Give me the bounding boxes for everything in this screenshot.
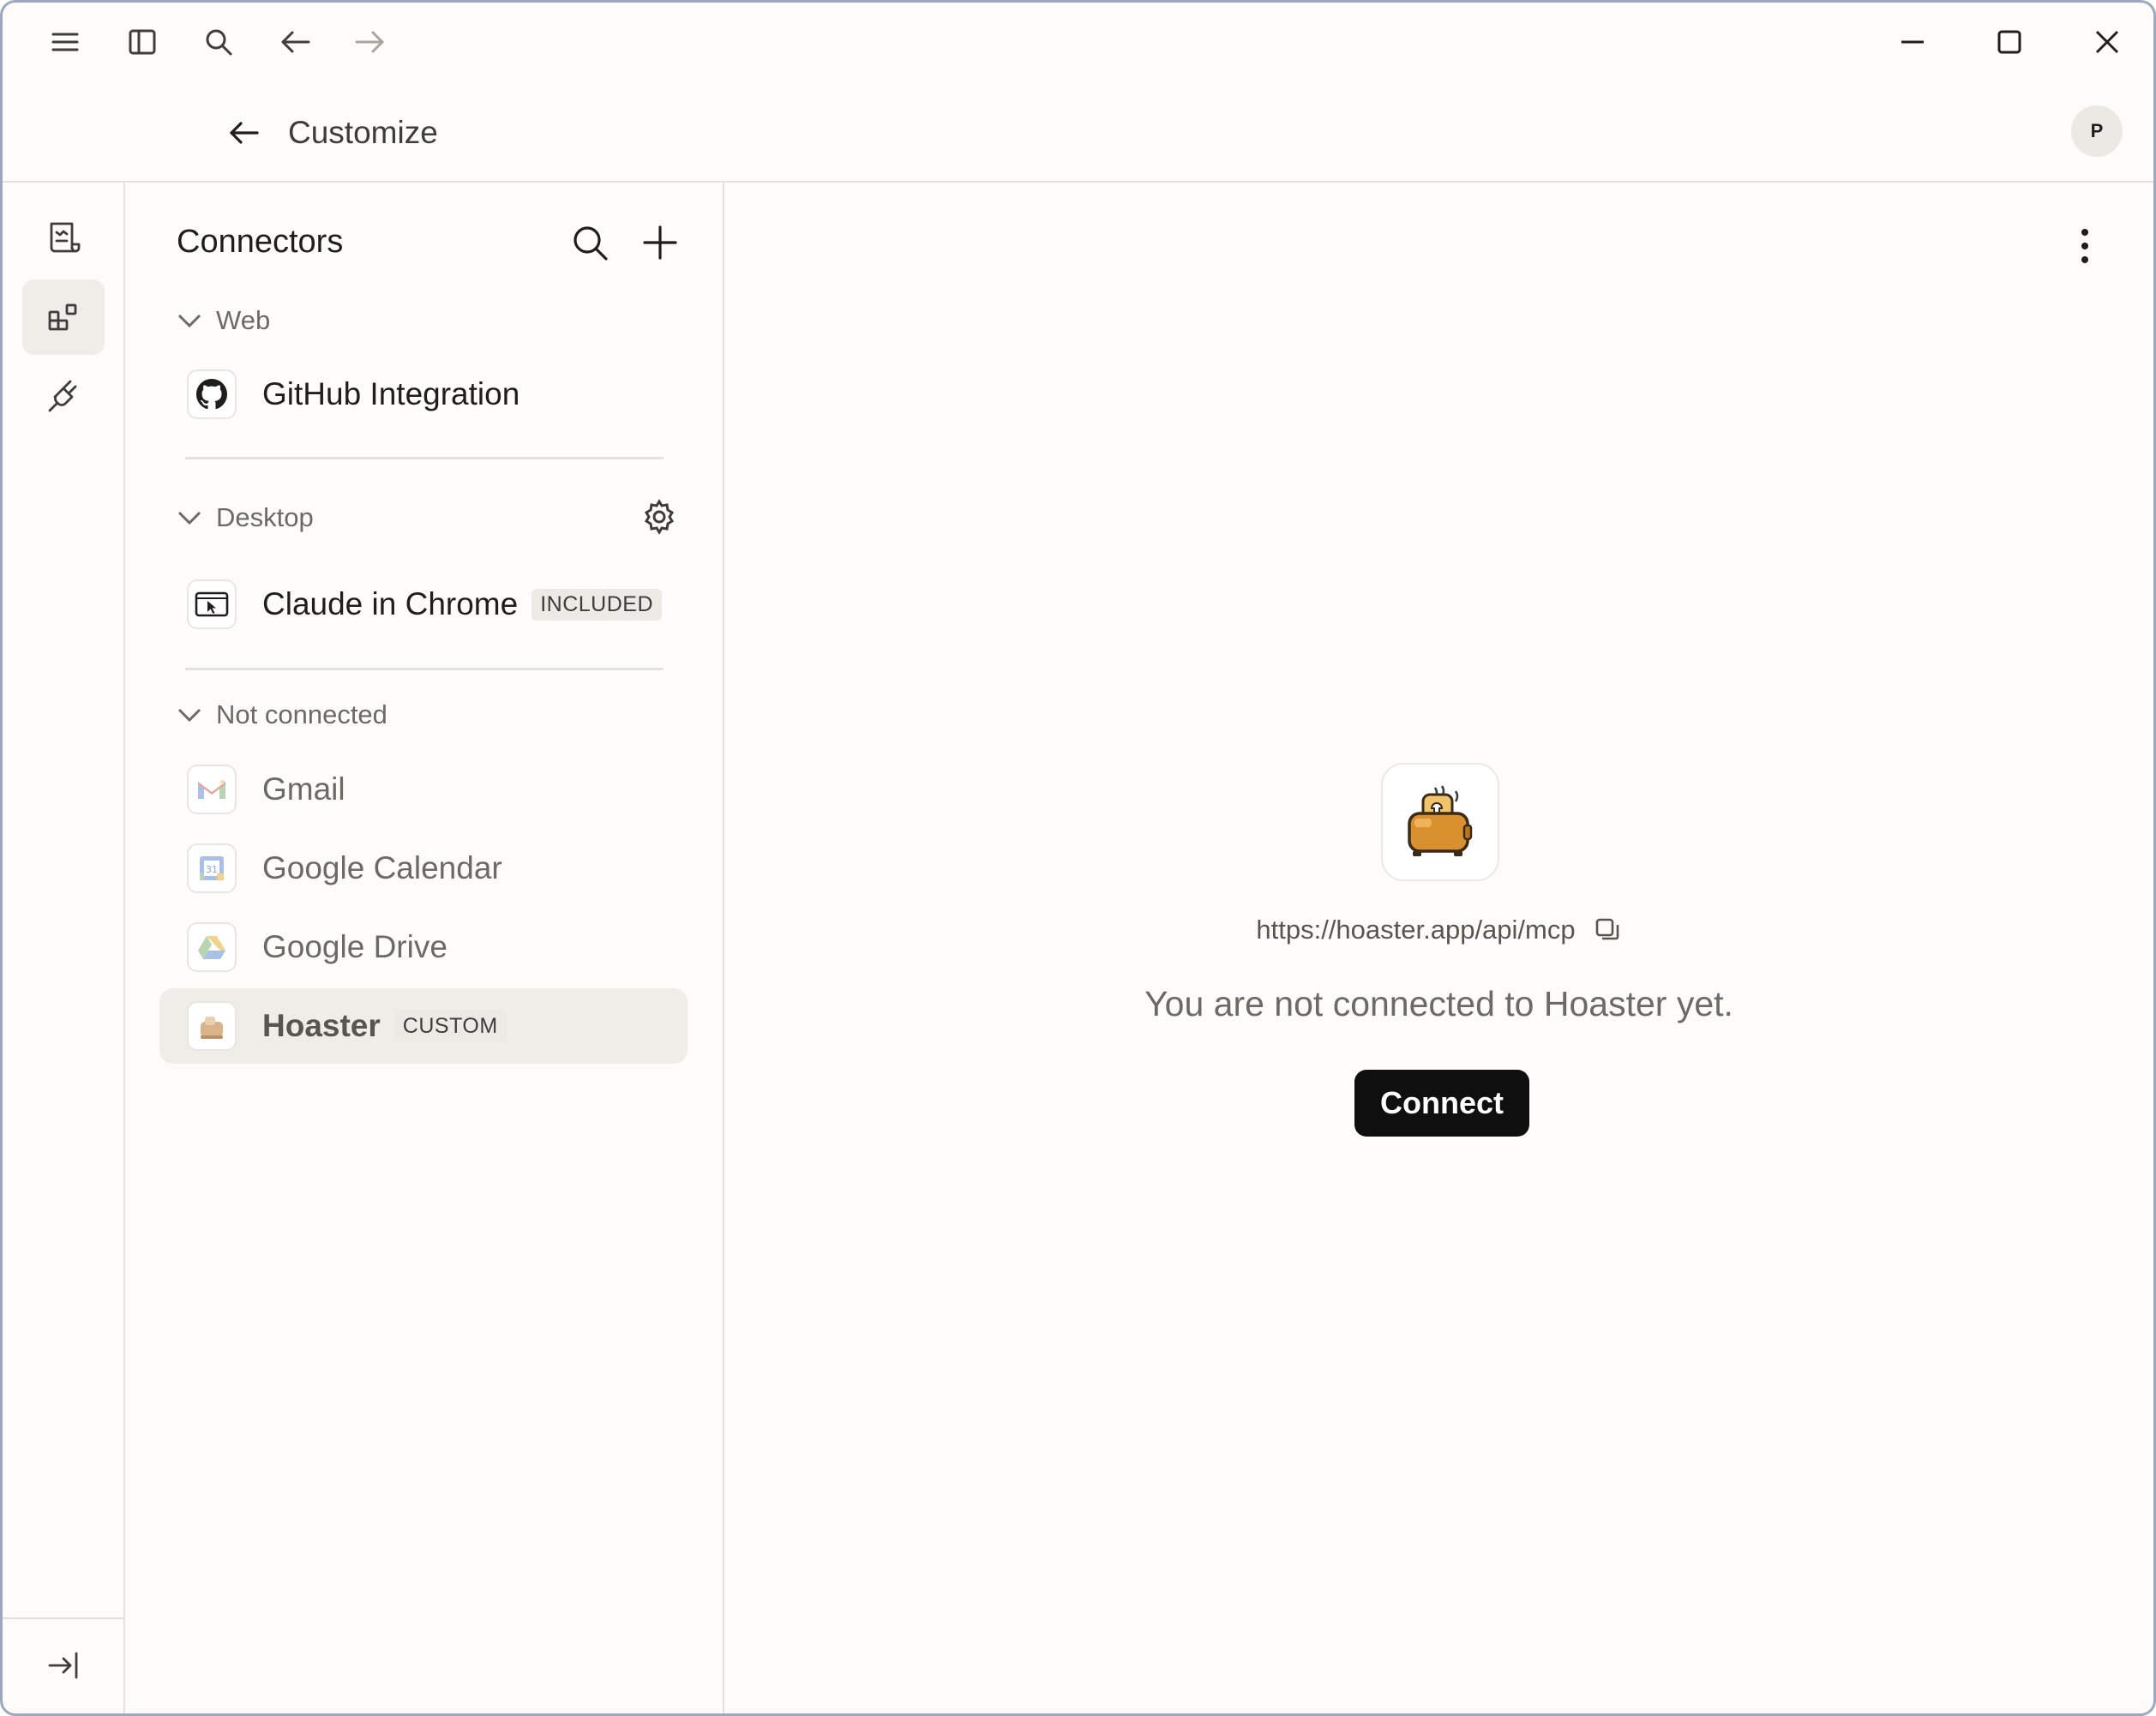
server-url-row: https://hoaster.app/api/mcp: [724, 915, 2153, 945]
connector-label: Hoaster: [262, 1008, 381, 1043]
kebab-menu-icon: [2081, 229, 2088, 263]
app-window: Customize P Connectors Web GitHub Integr…: [0, 0, 2156, 1716]
github-icon: [187, 369, 237, 419]
more-options-button[interactable]: [2068, 220, 2102, 272]
connector-label: Google Drive: [262, 929, 447, 964]
collapse-sidebar-icon: [48, 1652, 78, 1679]
connector-hoaster[interactable]: Hoaster CUSTOM: [159, 988, 688, 1064]
server-url: https://hoaster.app/api/mcp: [1256, 915, 1576, 945]
rail-bottom: [3, 1617, 123, 1713]
google-drive-icon: [187, 922, 237, 972]
copy-icon: [1595, 918, 1619, 940]
plus-icon: [643, 225, 677, 260]
scroll-icon: [50, 222, 81, 253]
connector-label: Claude in Chrome: [262, 586, 519, 621]
section-desktop[interactable]: Desktop: [177, 499, 314, 537]
section-web[interactable]: Web: [177, 302, 270, 339]
sidebar-toggle-icon[interactable]: [118, 18, 166, 66]
gmail-icon: [187, 765, 237, 814]
copy-url-button[interactable]: [1593, 915, 1622, 945]
connector-detail: https://hoaster.app/api/mcp You are not …: [724, 183, 2153, 1713]
connectors-icon: [48, 303, 77, 331]
connection-status: You are not connected to Hoaster yet.: [1144, 984, 1733, 1023]
search-icon: [574, 226, 608, 261]
search-icon[interactable]: [195, 18, 243, 66]
svg-text:31: 31: [206, 864, 218, 875]
section-divider: [185, 668, 664, 670]
connector-google-calendar[interactable]: 31 Google Calendar: [159, 831, 688, 906]
custom-badge: CUSTOM: [393, 1010, 507, 1042]
connectors-panel: Connectors Web GitHub Integration Deskto…: [125, 183, 724, 1713]
section-divider: [185, 457, 664, 459]
google-calendar-icon: 31: [187, 843, 237, 893]
minimize-icon[interactable]: [1883, 15, 1943, 69]
rail-item-plugins[interactable]: [22, 359, 105, 435]
left-rail: [3, 183, 125, 1713]
title-bar: [3, 3, 2153, 81]
maximize-icon[interactable]: [1979, 15, 2039, 69]
panel-title: Connectors: [177, 224, 344, 260]
connector-github[interactable]: GitHub Integration: [159, 357, 688, 432]
connector-label: Google Calendar: [262, 850, 502, 885]
chevron-down-icon: [177, 511, 201, 525]
included-badge: INCLUDED: [531, 588, 663, 621]
connector-claude-in-chrome[interactable]: Claude in Chrome INCLUDED: [159, 567, 688, 642]
page-title: Customize: [288, 115, 438, 150]
back-arrow-icon[interactable]: [272, 18, 320, 66]
connector-gmail[interactable]: Gmail: [159, 752, 688, 827]
menu-icon[interactable]: [41, 18, 89, 66]
chrome-cursor-icon: [187, 579, 237, 629]
connector-google-drive[interactable]: Google Drive: [159, 909, 688, 985]
toaster-icon: [187, 1001, 237, 1051]
rail-item-projects[interactable]: [22, 200, 105, 275]
chevron-down-icon: [177, 708, 201, 723]
add-connector-button[interactable]: [634, 217, 686, 268]
connector-label: GitHub Integration: [262, 376, 520, 411]
gear-icon: [644, 499, 675, 535]
connector-label: Gmail: [262, 771, 345, 807]
close-icon[interactable]: [2077, 15, 2137, 69]
page-header: Customize P: [3, 81, 2153, 183]
desktop-settings-button[interactable]: [637, 495, 682, 539]
search-connectors-button[interactable]: [564, 217, 616, 268]
rail-item-connectors[interactable]: [22, 279, 105, 355]
back-button[interactable]: [219, 107, 270, 159]
forward-arrow-icon[interactable]: [345, 18, 393, 66]
section-not-connected[interactable]: Not connected: [177, 696, 387, 734]
collapse-sidebar-button[interactable]: [22, 1628, 105, 1703]
toaster-icon: [1408, 785, 1473, 856]
chevron-down-icon: [177, 314, 201, 328]
plug-icon: [48, 380, 77, 412]
connect-button[interactable]: Connect: [1354, 1070, 1529, 1137]
hoaster-logo: [1381, 763, 1499, 881]
avatar[interactable]: P: [2071, 105, 2123, 157]
